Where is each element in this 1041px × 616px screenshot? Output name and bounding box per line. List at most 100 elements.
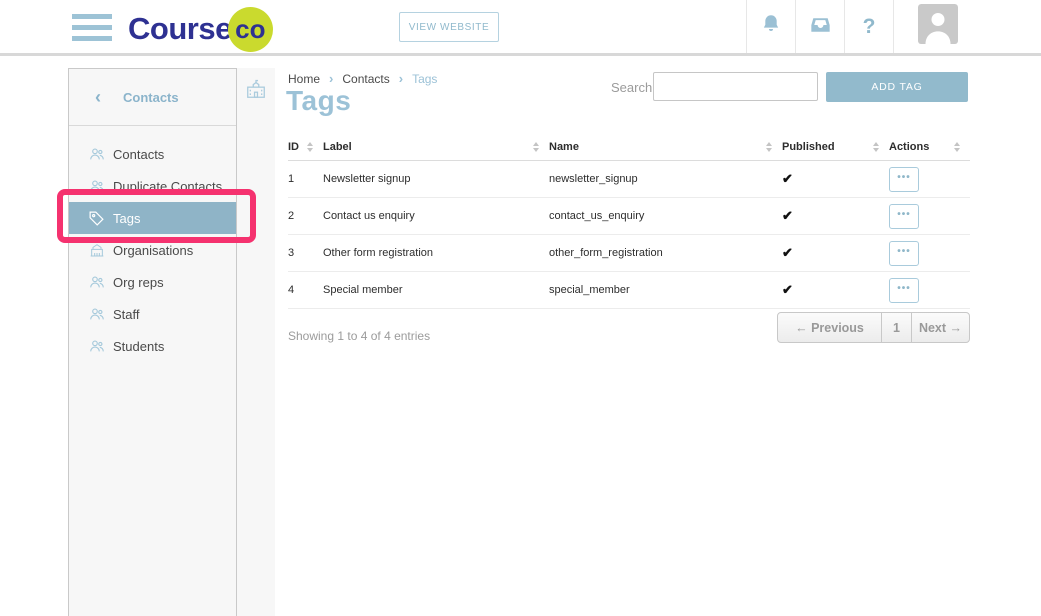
users-icon	[88, 338, 105, 355]
column-header-label: Published	[782, 141, 835, 153]
sort-icon	[307, 142, 313, 152]
row-actions-cell: •••	[889, 204, 970, 229]
user-avatar[interactable]	[918, 4, 958, 49]
logo-text: Course	[128, 11, 232, 47]
row-label: Newsletter signup	[323, 173, 549, 185]
row-actions-button[interactable]: •••	[889, 241, 919, 266]
user-menu	[893, 0, 1041, 53]
inbox-icon	[808, 12, 833, 42]
column-header-actions[interactable]: Actions	[889, 141, 970, 153]
sort-icon	[954, 142, 960, 152]
users-icon	[88, 146, 105, 163]
sidebar-item-students[interactable]: Students	[69, 330, 236, 362]
sidebar: ‹ Contacts Contacts Duplicate Contacts Tag…	[68, 68, 237, 616]
sort-icon	[873, 142, 879, 152]
sidebar-item-org-reps[interactable]: Org reps	[69, 266, 236, 298]
sidebar-item-duplicate-contacts[interactable]: Duplicate Contacts	[69, 170, 236, 202]
row-actions-cell: •••	[889, 278, 970, 303]
sidebar-item-label: Duplicate Contacts	[113, 179, 222, 194]
view-website-button[interactable]: VIEW WEBSITE	[399, 12, 499, 42]
breadcrumb-separator-icon: ›	[399, 71, 403, 86]
table-row: 3Other form registrationother_form_regis…	[288, 235, 970, 272]
inbox-button[interactable]	[795, 0, 844, 53]
help-button[interactable]: ?	[844, 0, 893, 53]
published-check-icon: ✔	[782, 282, 793, 297]
column-header-name[interactable]: Name	[549, 141, 782, 153]
breadcrumb-item-tags[interactable]: Tags	[412, 72, 437, 86]
row-name: contact_us_enquiry	[549, 210, 782, 222]
sidebar-item-staff[interactable]: Staff	[69, 298, 236, 330]
table-row: 1Newsletter signupnewsletter_signup✔•••	[288, 161, 970, 198]
hamburger-menu-icon[interactable]	[72, 14, 112, 41]
column-header-label: Name	[549, 141, 579, 153]
search-label: Search:	[611, 80, 656, 95]
sidebar-item-label: Contacts	[113, 147, 164, 162]
sidebar-item-label: Org reps	[113, 275, 164, 290]
app-window: Course co VIEW WEBSITE ? ‹ Contacts	[0, 0, 1041, 616]
breadcrumb-item-home[interactable]: Home	[288, 72, 320, 86]
table-row: 4Special memberspecial_member✔ •••	[288, 272, 970, 309]
row-id: 2	[288, 210, 323, 222]
tags-table: IDLabelNamePublishedActions 1Newsletter …	[288, 134, 970, 309]
row-label: Other form registration	[323, 247, 549, 259]
row-actions-button[interactable]: •••	[889, 167, 919, 192]
published-check-icon: ✔	[782, 171, 793, 186]
row-name: other_form_registration	[549, 247, 782, 259]
content-gutter	[236, 68, 275, 616]
pagination-next-button[interactable]: Next →	[911, 313, 969, 342]
help-icon: ?	[863, 15, 876, 39]
row-label: Special member	[323, 284, 549, 296]
courseco-logo[interactable]: Course co	[128, 6, 273, 52]
sidebar-item-tags[interactable]: Tags	[69, 202, 236, 234]
users-icon	[88, 306, 105, 323]
column-header-id[interactable]: ID	[288, 141, 323, 153]
bell-icon	[760, 13, 782, 40]
row-actions-cell: •••	[889, 167, 970, 192]
sidebar-item-label: Students	[113, 339, 164, 354]
sidebar-section-title: Contacts	[123, 90, 179, 105]
table-info-text: Showing 1 to 4 of 4 entries	[288, 329, 430, 343]
row-published-cell: ✔	[782, 282, 889, 298]
pagination-previous-button[interactable]: ← Previous	[778, 313, 881, 342]
published-check-icon: ✔	[782, 208, 793, 223]
row-published-cell: ✔	[782, 245, 889, 261]
row-id: 3	[288, 247, 323, 259]
top-header: Course co VIEW WEBSITE ?	[0, 0, 1041, 56]
column-header-label: Label	[323, 141, 352, 153]
main-content: Home›Contacts›Tags Tags Search: ADD TAG …	[275, 59, 1041, 616]
column-header-label: Actions	[889, 141, 929, 153]
row-name: special_member	[549, 284, 782, 296]
logo-badge: co	[228, 7, 273, 52]
row-published-cell: ✔	[782, 171, 889, 187]
sidebar-item-label: Staff	[113, 307, 140, 322]
pagination: ← Previous 1 Next →	[777, 312, 970, 343]
school-building-icon	[245, 78, 267, 100]
sidebar-back-contacts[interactable]: ‹ Contacts	[69, 69, 236, 126]
notifications-button[interactable]	[746, 0, 795, 53]
sidebar-item-organisations[interactable]: Organisations	[69, 234, 236, 266]
column-header-published[interactable]: Published	[782, 141, 889, 153]
organisation-icon	[88, 242, 105, 259]
breadcrumb-separator-icon: ›	[329, 71, 333, 86]
pagination-page-1-button[interactable]: 1	[881, 313, 911, 342]
row-actions-button[interactable]: •••	[889, 278, 919, 303]
add-tag-button[interactable]: ADD TAG	[826, 72, 968, 102]
row-actions-button[interactable]: •••	[889, 204, 919, 229]
row-id: 4	[288, 284, 323, 296]
chevron-left-icon: ‹	[95, 88, 101, 106]
column-header-label: ID	[288, 141, 299, 153]
breadcrumb: Home › Contacts › Tags	[288, 71, 437, 86]
search-input[interactable]	[653, 72, 818, 101]
sidebar-item-contacts[interactable]: Contacts	[69, 138, 236, 170]
column-header-label[interactable]: Label	[323, 141, 549, 153]
sort-icon	[766, 142, 772, 152]
row-actions-cell: •••	[889, 241, 970, 266]
breadcrumb-item-contacts[interactable]: Contacts	[342, 72, 389, 86]
page-title: Tags	[286, 85, 351, 117]
users-icon	[88, 274, 105, 291]
table-body: 1Newsletter signupnewsletter_signup✔•••2…	[288, 161, 970, 309]
published-check-icon: ✔	[782, 245, 793, 260]
users-icon	[88, 178, 105, 195]
row-name: newsletter_signup	[549, 173, 782, 185]
sidebar-item-label: Organisations	[113, 243, 193, 258]
